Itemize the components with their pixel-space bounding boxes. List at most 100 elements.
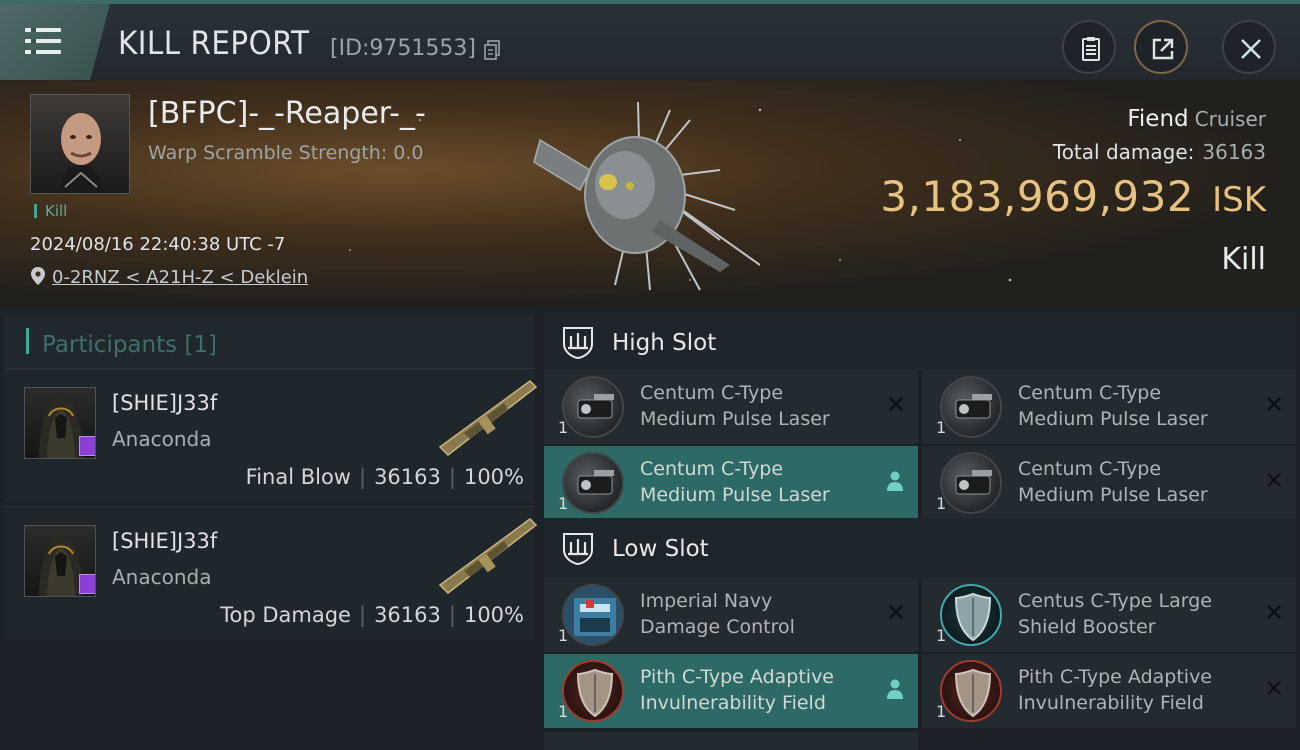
location-pin-icon [31, 267, 45, 285]
victim-ship[interactable]: Fiend Cruiser [1127, 106, 1266, 132]
participant-ship: Anaconda [112, 565, 212, 589]
module-quantity: 1 [936, 494, 947, 513]
destroyed-x-icon [889, 397, 903, 411]
invulnerability-field-icon [562, 660, 624, 722]
close-icon [1241, 39, 1261, 59]
faction-badge [79, 436, 95, 456]
module-quantity: 1 [558, 702, 569, 721]
module-quantity: 1 [936, 418, 947, 437]
total-damage-value: 36163 [1202, 140, 1266, 164]
participant-damage: 36163 [374, 465, 441, 489]
participant-role: Top Damage [220, 603, 351, 627]
destroyed-x-icon [1267, 397, 1281, 411]
module-name: Imperial Navy Damage Control [640, 590, 795, 638]
module-item[interactable]: 1 Centum C-Type Medium Pulse Laser [544, 446, 918, 520]
weapon-icon [438, 380, 538, 456]
dropped-person-icon [887, 471, 903, 491]
low-slot-header: Low Slot [544, 518, 1296, 578]
participant-name[interactable]: [SHIE]J33f [112, 391, 217, 415]
shield-slot-icon [563, 327, 593, 360]
participant-name[interactable]: [SHIE]J33f [112, 529, 217, 553]
destroyed-x-icon [889, 605, 903, 619]
module-name: Centum C-Type Medium Pulse Laser [1018, 382, 1208, 430]
top-bar: KILL REPORT [ID:9751553] [0, 0, 1300, 80]
victim-name[interactable]: [BFPC]-_-Reaper-_- [148, 96, 426, 131]
participant-percent: 100% [463, 465, 524, 489]
copy-icon[interactable] [484, 40, 500, 60]
module-quantity: 1 [558, 626, 569, 645]
participants-title: Participants [1] [42, 332, 217, 358]
module-name: Centum C-Type Medium Pulse Laser [1018, 458, 1208, 506]
module-quantity: 1 [936, 626, 947, 645]
participant-stats: Final Blow | 36163 | 100% [245, 465, 524, 489]
module-item[interactable]: 1 Centus C-Type Large Shield Booster [922, 578, 1296, 652]
module-name: Centum C-Type Medium Pulse Laser [640, 382, 830, 430]
module-item[interactable]: 1 Pith C-Type Adaptive Invulnerability Fi… [922, 654, 1296, 728]
kill-location-link[interactable]: 0-2RNZ < A21H-Z < Deklein [52, 267, 308, 288]
participant-role: Final Blow [245, 465, 351, 489]
share-icon [1152, 38, 1174, 60]
module-quantity: 1 [558, 494, 569, 513]
module-item[interactable]: 1 Centum C-Type Medium Pulse Laser [922, 446, 1296, 520]
ship-name: Fiend [1127, 106, 1189, 132]
ship-class: Cruiser [1194, 107, 1266, 131]
damage-control-icon [562, 584, 624, 646]
module-item-partial[interactable] [544, 732, 918, 750]
participant-row[interactable]: [SHIE]J33f Anaconda Top Damage | 36163 | 100… [4, 506, 538, 640]
shield-slot-icon [563, 533, 593, 566]
destroyed-x-icon [1267, 681, 1281, 695]
pulse-laser-icon [562, 376, 624, 438]
ship-render-image[interactable] [520, 90, 760, 300]
menu-button[interactable] [0, 4, 110, 80]
pulse-laser-icon [940, 452, 1002, 514]
module-quantity: 1 [936, 702, 947, 721]
module-quantity: 1 [558, 418, 569, 437]
weapon-icon [438, 518, 538, 594]
high-slot-header: High Slot [544, 312, 1296, 372]
faction-badge [79, 574, 95, 594]
module-item[interactable]: 1 Imperial Navy Damage Control [544, 578, 918, 652]
pulse-laser-icon [562, 452, 624, 514]
participant-stats: Top Damage | 36163 | 100% [220, 603, 524, 627]
participant-percent: 100% [463, 603, 524, 627]
module-name: Centus C-Type Large Shield Booster [1018, 590, 1212, 638]
isk-unit: ISK [1212, 180, 1266, 220]
pulse-laser-icon [940, 376, 1002, 438]
clipboard-button[interactable] [1062, 20, 1116, 74]
module-name: Centum C-Type Medium Pulse Laser [640, 458, 830, 506]
victim-portrait[interactable] [30, 94, 130, 194]
report-id: [ID:9751553] [330, 36, 476, 61]
destroyed-x-icon [1267, 605, 1281, 619]
isk-amount: 3,183,969,932 [880, 172, 1195, 221]
participant-row[interactable]: [SHIE]J33f Anaconda Final Blow | 36163 | 100… [4, 368, 538, 502]
participant-damage: 36163 [374, 603, 441, 627]
total-damage: Total damage: 36163 [1053, 140, 1266, 164]
clipboard-icon [1082, 37, 1100, 61]
warp-scramble-strength: Warp Scramble Strength: 0.0 [148, 142, 424, 164]
participant-avatar[interactable] [24, 525, 96, 597]
kill-tag: Kill [34, 204, 67, 219]
result-label: Kill [1221, 242, 1266, 277]
page-title: KILL REPORT [118, 24, 310, 62]
total-damage-label: Total damage: [1052, 140, 1195, 164]
participants-header: Participants [1] [4, 314, 534, 370]
module-item[interactable]: 1 Pith C-Type Adaptive Invulnerability Fi… [544, 654, 918, 728]
dropped-person-icon [887, 679, 903, 699]
fitting-panel: High Slot 1 Centum C-Type Medium Pulse La… [540, 306, 1300, 750]
share-button[interactable] [1134, 20, 1188, 74]
module-item[interactable]: 1 Centum C-Type Medium Pulse Laser [544, 370, 918, 444]
participant-ship: Anaconda [112, 427, 212, 451]
module-name: Pith C-Type Adaptive Invulnerability Fiel… [1018, 666, 1212, 714]
menu-icon [25, 28, 61, 56]
participants-panel: Participants [1] [SHIE]J33f Anaconda Fin… [0, 306, 540, 750]
invulnerability-field-icon [940, 660, 1002, 722]
low-slot-label: Low Slot [612, 536, 709, 562]
victim-banner: [BFPC]-_-Reaper-_- Warp Scramble Strengt… [0, 80, 1300, 306]
destroyed-x-icon [1267, 473, 1281, 487]
shield-booster-icon [940, 584, 1002, 646]
module-item[interactable]: 1 Centum C-Type Medium Pulse Laser [922, 370, 1296, 444]
participant-avatar[interactable] [24, 387, 96, 459]
kill-datetime: 2024/08/16 22:40:38 UTC -7 [30, 234, 286, 255]
close-button[interactable] [1222, 20, 1276, 74]
module-name: Pith C-Type Adaptive Invulnerability Fiel… [640, 666, 834, 714]
